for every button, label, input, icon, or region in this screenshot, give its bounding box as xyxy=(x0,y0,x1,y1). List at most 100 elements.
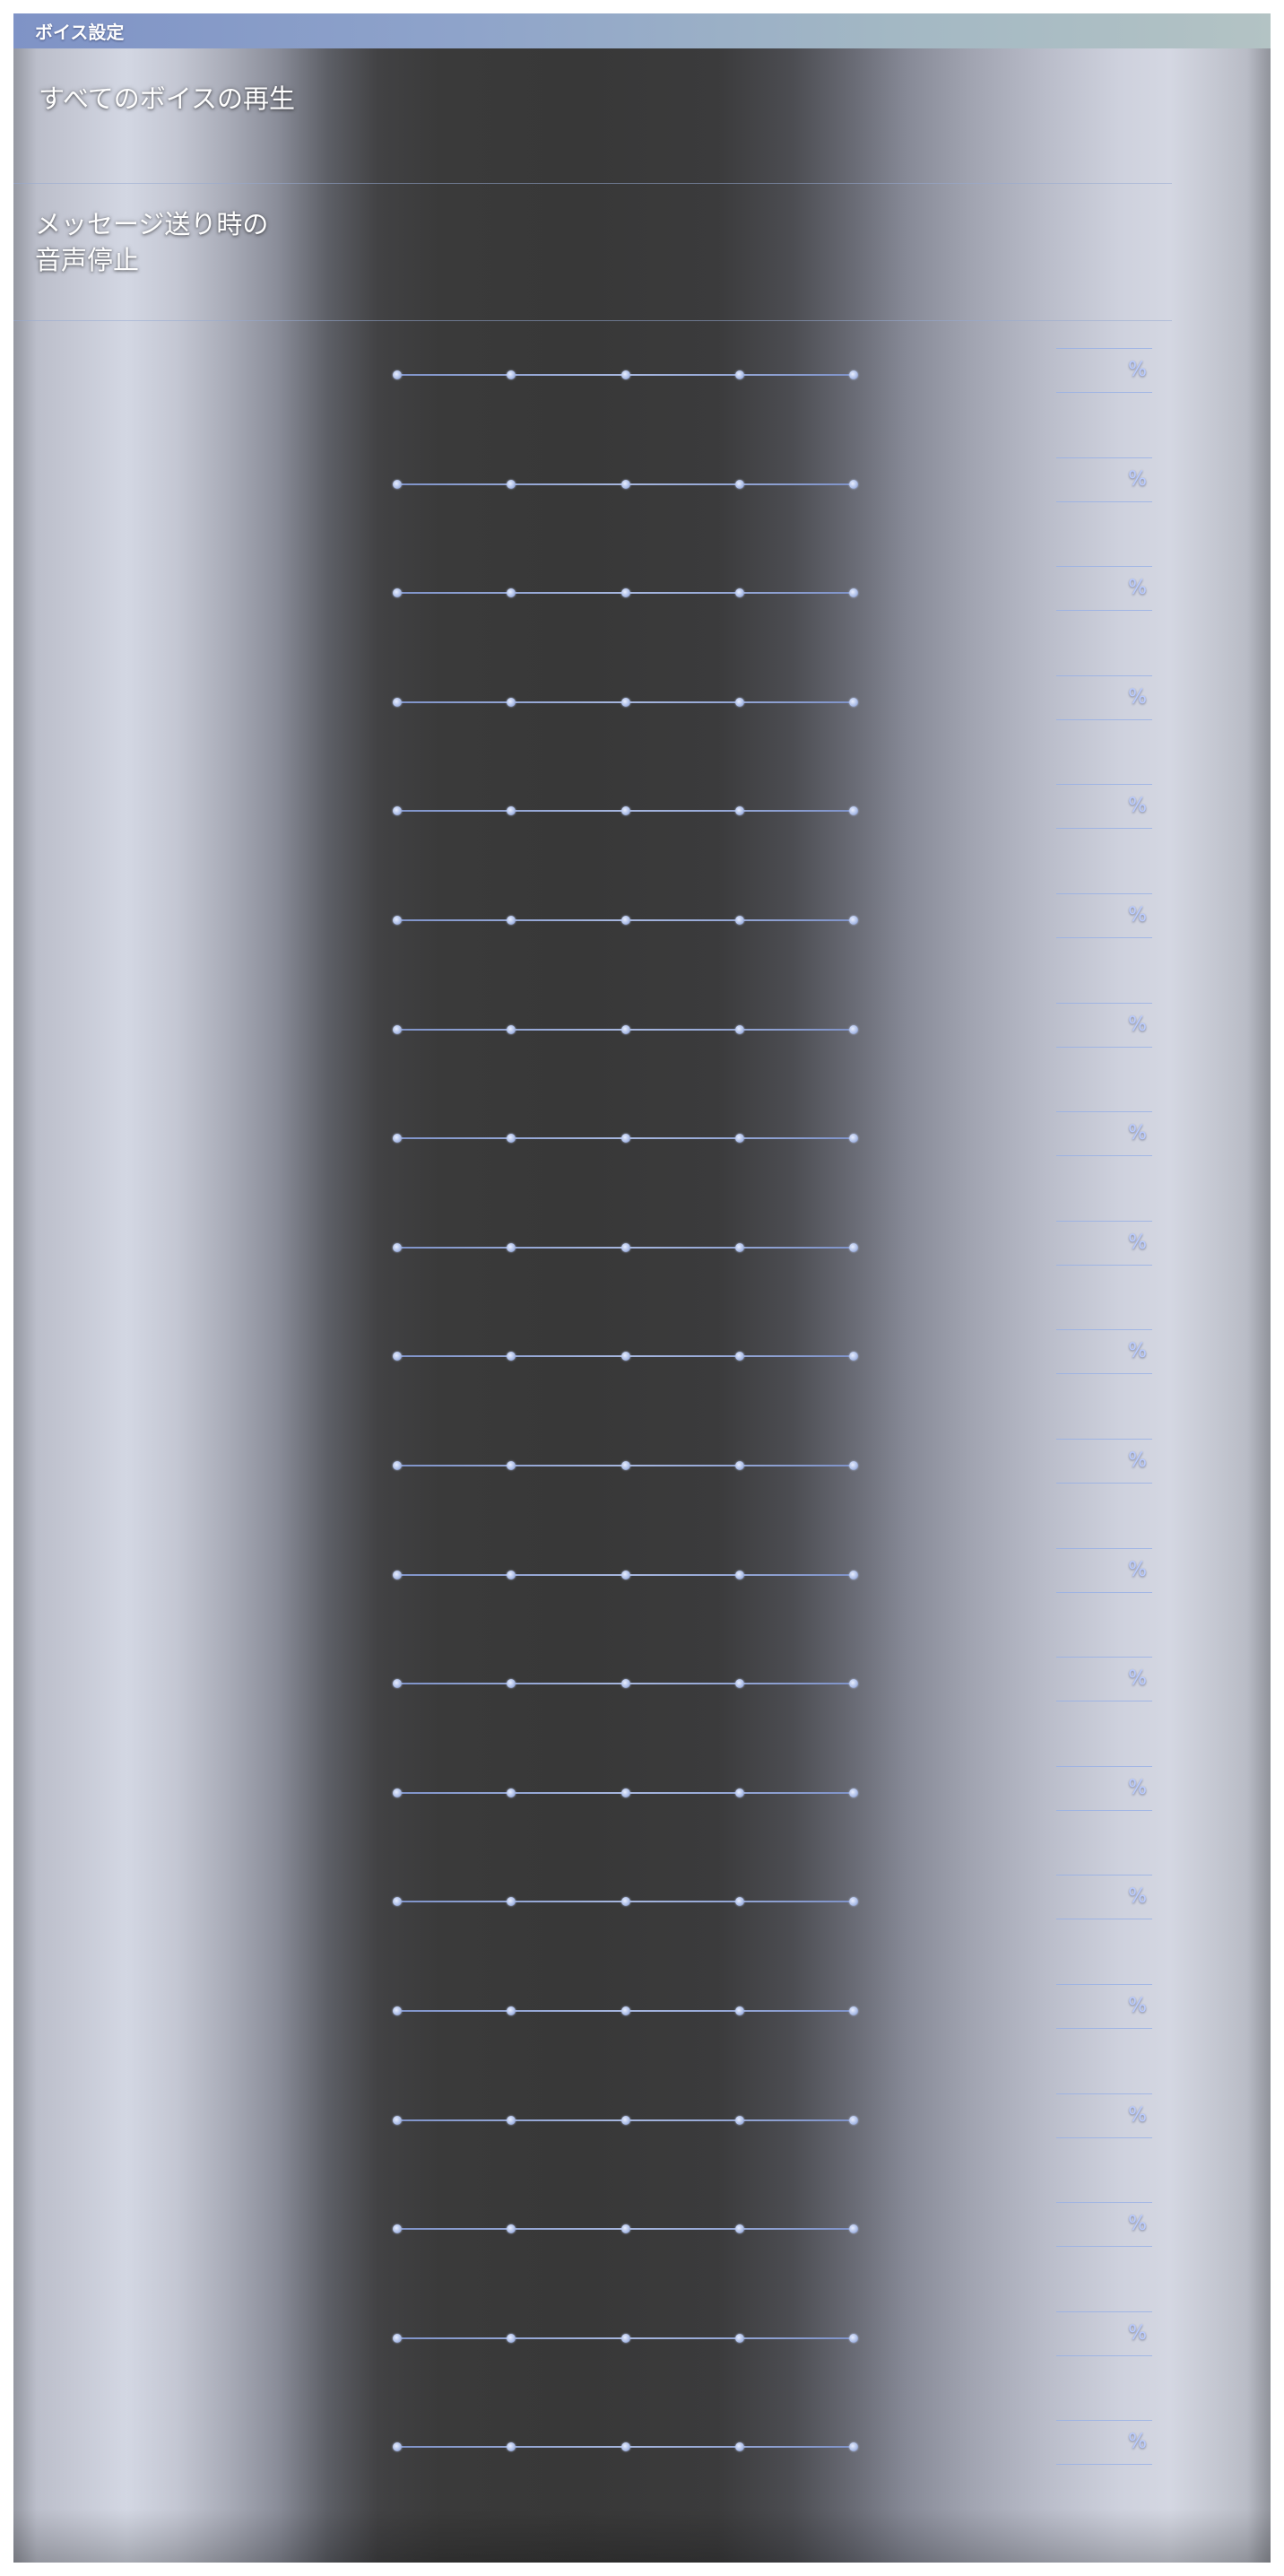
volume-percent-field[interactable]: % xyxy=(1056,1547,1152,1593)
slider-step-dot[interactable] xyxy=(849,2224,858,2234)
slider-step-dot[interactable] xyxy=(507,1352,516,1362)
slider-step-dot[interactable] xyxy=(849,1679,858,1689)
slider-step-dot[interactable] xyxy=(734,479,744,489)
volume-percent-field[interactable]: % xyxy=(1056,348,1152,393)
slider-step-dot[interactable] xyxy=(734,2006,744,2015)
slider-step-dot[interactable] xyxy=(849,1024,858,1034)
volume-percent-field[interactable]: % xyxy=(1056,566,1152,612)
slider-step-dot[interactable] xyxy=(849,479,858,489)
slider-step-dot[interactable] xyxy=(849,2333,858,2343)
slider-step-dot[interactable] xyxy=(393,1024,402,1034)
slider-step-dot[interactable] xyxy=(393,370,402,379)
slider-step-dot[interactable] xyxy=(849,1134,858,1144)
slider-step-dot[interactable] xyxy=(393,588,402,598)
volume-slider-track[interactable] xyxy=(393,2442,858,2452)
slider-step-dot[interactable] xyxy=(734,1134,744,1144)
slider-step-dot[interactable] xyxy=(393,806,402,816)
slider-step-dot[interactable] xyxy=(734,1242,744,1252)
slider-step-dot[interactable] xyxy=(620,1461,630,1470)
slider-step-dot[interactable] xyxy=(393,1352,402,1362)
slider-step-dot[interactable] xyxy=(620,2224,630,2234)
volume-percent-field[interactable]: % xyxy=(1056,1657,1152,1702)
volume-slider-track[interactable] xyxy=(393,1024,858,1034)
slider-step-dot[interactable] xyxy=(393,1679,402,1689)
slider-step-dot[interactable] xyxy=(507,697,516,707)
slider-step-dot[interactable] xyxy=(507,2333,516,2343)
slider-step-dot[interactable] xyxy=(507,1461,516,1470)
volume-percent-field[interactable]: % xyxy=(1056,1002,1152,1048)
slider-step-dot[interactable] xyxy=(620,1134,630,1144)
slider-step-dot[interactable] xyxy=(849,806,858,816)
slider-step-dot[interactable] xyxy=(393,1242,402,1252)
slider-step-dot[interactable] xyxy=(507,2006,516,2015)
slider-step-dot[interactable] xyxy=(849,370,858,379)
volume-percent-field[interactable]: % xyxy=(1056,1984,1152,2029)
slider-step-dot[interactable] xyxy=(620,479,630,489)
slider-step-dot[interactable] xyxy=(849,1570,858,1580)
slider-step-dot[interactable] xyxy=(849,2006,858,2015)
slider-step-dot[interactable] xyxy=(734,2115,744,2125)
slider-step-dot[interactable] xyxy=(620,1897,630,1907)
volume-slider-track[interactable] xyxy=(393,479,858,489)
slider-step-dot[interactable] xyxy=(393,1134,402,1144)
slider-step-dot[interactable] xyxy=(734,2333,744,2343)
slider-step-dot[interactable] xyxy=(734,2224,744,2234)
slider-step-dot[interactable] xyxy=(507,588,516,598)
slider-step-dot[interactable] xyxy=(393,697,402,707)
slider-step-dot[interactable] xyxy=(507,1897,516,1907)
slider-step-dot[interactable] xyxy=(849,697,858,707)
slider-step-dot[interactable] xyxy=(849,1242,858,1252)
slider-step-dot[interactable] xyxy=(849,2115,858,2125)
volume-slider-track[interactable] xyxy=(393,1788,858,1797)
slider-step-dot[interactable] xyxy=(734,370,744,379)
slider-step-dot[interactable] xyxy=(507,1570,516,1580)
volume-percent-field[interactable]: % xyxy=(1056,1439,1152,1484)
slider-step-dot[interactable] xyxy=(620,588,630,598)
slider-step-dot[interactable] xyxy=(734,1679,744,1689)
slider-step-dot[interactable] xyxy=(507,1679,516,1689)
volume-percent-field[interactable]: % xyxy=(1056,457,1152,502)
slider-step-dot[interactable] xyxy=(734,1461,744,1470)
slider-step-dot[interactable] xyxy=(734,2442,744,2452)
slider-step-dot[interactable] xyxy=(620,2006,630,2015)
volume-slider-track[interactable] xyxy=(393,370,858,379)
slider-step-dot[interactable] xyxy=(849,1788,858,1797)
slider-step-dot[interactable] xyxy=(734,1352,744,1362)
volume-slider-track[interactable] xyxy=(393,1134,858,1144)
volume-slider-track[interactable] xyxy=(393,1570,858,1580)
slider-step-dot[interactable] xyxy=(507,1024,516,1034)
volume-percent-field[interactable]: % xyxy=(1056,2311,1152,2356)
slider-step-dot[interactable] xyxy=(734,1897,744,1907)
slider-step-dot[interactable] xyxy=(393,2224,402,2234)
slider-step-dot[interactable] xyxy=(734,697,744,707)
volume-percent-field[interactable]: % xyxy=(1056,1875,1152,1920)
slider-step-dot[interactable] xyxy=(620,916,630,925)
slider-step-dot[interactable] xyxy=(849,1352,858,1362)
slider-step-dot[interactable] xyxy=(620,1242,630,1252)
volume-percent-field[interactable]: % xyxy=(1056,1220,1152,1266)
slider-step-dot[interactable] xyxy=(620,1679,630,1689)
slider-step-dot[interactable] xyxy=(507,2115,516,2125)
volume-slider-track[interactable] xyxy=(393,588,858,598)
slider-step-dot[interactable] xyxy=(734,1570,744,1580)
volume-slider-track[interactable] xyxy=(393,916,858,925)
slider-step-dot[interactable] xyxy=(507,1134,516,1144)
volume-slider-track[interactable] xyxy=(393,697,858,707)
slider-step-dot[interactable] xyxy=(507,1788,516,1797)
slider-step-dot[interactable] xyxy=(393,1788,402,1797)
slider-step-dot[interactable] xyxy=(849,2442,858,2452)
slider-step-dot[interactable] xyxy=(393,2115,402,2125)
volume-slider-track[interactable] xyxy=(393,1897,858,1907)
volume-percent-field[interactable]: % xyxy=(1056,2202,1152,2248)
slider-step-dot[interactable] xyxy=(849,588,858,598)
slider-step-dot[interactable] xyxy=(393,479,402,489)
slider-step-dot[interactable] xyxy=(849,1461,858,1470)
volume-slider-track[interactable] xyxy=(393,2224,858,2234)
slider-step-dot[interactable] xyxy=(393,1897,402,1907)
volume-slider-track[interactable] xyxy=(393,2115,858,2125)
slider-step-dot[interactable] xyxy=(620,1788,630,1797)
volume-percent-field[interactable]: % xyxy=(1056,1765,1152,1811)
slider-step-dot[interactable] xyxy=(507,370,516,379)
slider-step-dot[interactable] xyxy=(734,806,744,816)
slider-step-dot[interactable] xyxy=(393,2006,402,2015)
